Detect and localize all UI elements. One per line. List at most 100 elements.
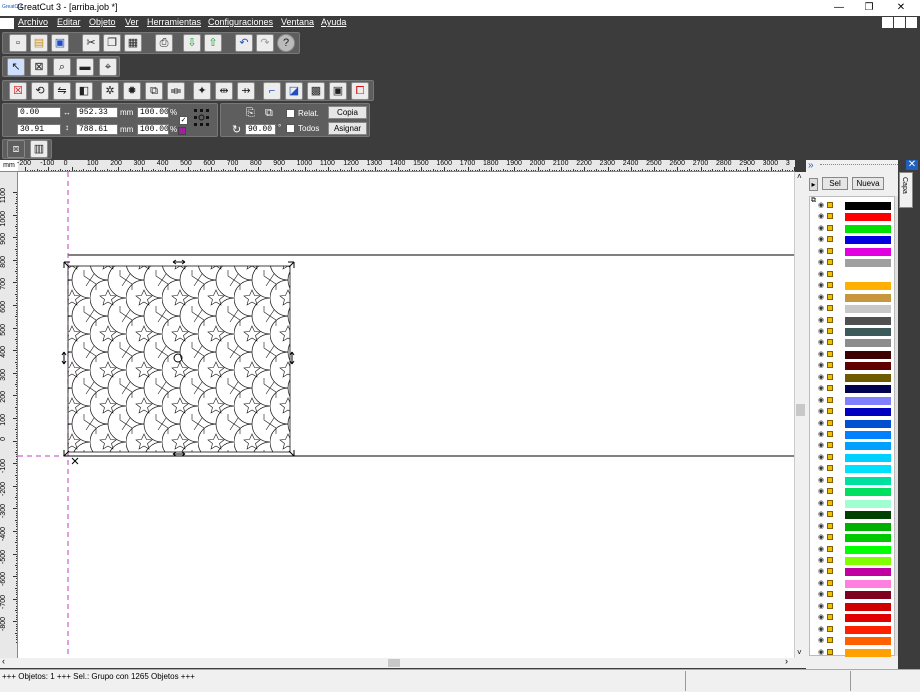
layer-color-swatch[interactable] — [845, 419, 891, 428]
layer-row[interactable]: ◉ — [814, 522, 898, 533]
layer-row[interactable]: ◉ — [814, 613, 898, 624]
eye-icon[interactable]: ◉ — [818, 327, 824, 335]
layer-color-swatch[interactable] — [845, 579, 891, 588]
layer-row[interactable]: ◉ — [814, 556, 898, 567]
layer-row[interactable]: ◉ — [814, 453, 898, 464]
width-field[interactable]: 952.33 — [76, 107, 118, 118]
layer-row[interactable]: ◉ — [814, 464, 898, 475]
lock-icon[interactable] — [827, 408, 833, 415]
lock-icon[interactable] — [827, 293, 833, 300]
redo-icon[interactable]: ↷ — [256, 34, 274, 52]
layer-color-swatch[interactable] — [845, 568, 891, 577]
eye-icon[interactable]: ◉ — [818, 293, 824, 301]
eye-icon[interactable]: ◉ — [818, 487, 824, 495]
lock-icon[interactable] — [827, 213, 833, 220]
y-position-field[interactable]: 30.91 — [17, 124, 61, 135]
horizontal-scroll-thumb[interactable] — [388, 659, 400, 667]
eye-icon[interactable]: ◉ — [818, 396, 824, 404]
lock-icon[interactable] — [827, 259, 833, 266]
layer-color-swatch[interactable] — [845, 224, 891, 233]
layer-color-swatch[interactable] — [845, 236, 891, 245]
eye-icon[interactable]: ◉ — [818, 556, 824, 564]
paste-icon[interactable]: ▦ — [124, 34, 142, 52]
child-minimize-button[interactable]: _ — [882, 17, 893, 28]
lock-icon[interactable] — [827, 339, 833, 346]
layer-color-swatch[interactable] — [845, 511, 891, 520]
eye-icon[interactable]: ◉ — [818, 201, 824, 209]
bring-front-icon[interactable]: ◪ — [285, 82, 303, 100]
menu-objeto[interactable]: Objeto — [89, 17, 116, 27]
horizontal-scrollbar[interactable]: ‹ › — [0, 656, 806, 668]
layer-color-swatch[interactable] — [845, 625, 891, 634]
page-properties-icon[interactable]: ▥ — [30, 140, 48, 158]
copy-button[interactable]: Copia — [328, 106, 367, 119]
layer-color-swatch[interactable] — [845, 339, 891, 348]
eye-icon[interactable]: ◉ — [818, 613, 824, 621]
vertical-scroll-thumb[interactable] — [796, 404, 805, 416]
x-position-field[interactable]: 0.00 — [17, 107, 61, 118]
lock-icon[interactable] — [827, 511, 833, 518]
eye-icon[interactable]: ◉ — [818, 476, 824, 484]
undo-icon[interactable]: ↶ — [235, 34, 253, 52]
lock-icon[interactable] — [827, 385, 833, 392]
lock-icon[interactable] — [827, 236, 833, 243]
child-close-button[interactable]: ✕ — [906, 17, 917, 28]
layer-color-swatch[interactable] — [845, 282, 891, 291]
lock-icon[interactable] — [827, 556, 833, 563]
layer-color-swatch[interactable] — [845, 316, 891, 325]
eye-icon[interactable]: ◉ — [818, 602, 824, 610]
eye-icon[interactable]: ◉ — [818, 636, 824, 644]
layer-row[interactable]: ◉ — [814, 316, 898, 327]
lock-icon[interactable] — [827, 602, 833, 609]
distribute-icon[interactable]: ⟚ — [167, 82, 185, 100]
layer-row[interactable]: ◉ — [814, 499, 898, 510]
eye-icon[interactable]: ◉ — [818, 441, 824, 449]
scale-width-field[interactable]: 100.00 — [137, 107, 169, 118]
arrange-icon[interactable]: ⇹ — [215, 82, 233, 100]
lock-icon[interactable] — [827, 488, 833, 495]
layer-color-swatch[interactable] — [845, 465, 891, 474]
lock-icon[interactable] — [827, 431, 833, 437]
lock-icon[interactable] — [827, 579, 833, 586]
scale-height-field[interactable]: 100.00 — [137, 124, 169, 135]
child-restore-button[interactable]: ❐ — [894, 17, 905, 28]
angle-field[interactable]: 90.00 — [245, 124, 276, 135]
center-icon[interactable]: ✦ — [193, 82, 211, 100]
lock-icon[interactable] — [827, 396, 833, 403]
overlap-icon[interactable]: ⧠ — [351, 82, 369, 100]
eye-icon[interactable]: ◉ — [818, 430, 824, 438]
lock-icon[interactable] — [827, 625, 833, 632]
layer-row[interactable]: ◉ — [814, 338, 898, 349]
eye-icon[interactable]: ◉ — [818, 567, 824, 575]
layer-color-swatch[interactable] — [845, 305, 891, 314]
layer-color-swatch[interactable] — [845, 270, 891, 279]
restore-button[interactable]: ❐ — [854, 0, 884, 16]
eye-icon[interactable]: ◉ — [818, 579, 824, 587]
layer-color-swatch[interactable] — [845, 442, 891, 451]
relative-checkbox[interactable] — [286, 109, 295, 118]
save-icon[interactable]: ▣ — [51, 34, 69, 52]
lock-icon[interactable] — [827, 614, 833, 621]
lock-icon[interactable] — [827, 568, 833, 575]
eye-icon[interactable]: ◉ — [818, 545, 824, 553]
layer-row[interactable]: ◉ — [814, 487, 898, 498]
layer-color-swatch[interactable] — [845, 431, 891, 439]
object-box-icon[interactable]: ⊠ — [30, 58, 48, 76]
lock-icon[interactable] — [827, 327, 833, 334]
layer-color-swatch[interactable] — [845, 591, 891, 600]
layer-row[interactable]: ◉ — [814, 247, 898, 258]
play-button[interactable]: ▸ — [809, 178, 818, 191]
eye-icon[interactable]: ◉ — [818, 247, 824, 255]
menu-archivo[interactable]: Archivo — [18, 17, 48, 27]
panel-collapse-icon[interactable]: » — [808, 160, 814, 171]
lock-icon[interactable] — [827, 648, 833, 655]
layer-color-swatch[interactable] — [845, 293, 891, 302]
layer-row[interactable]: ◉ — [814, 293, 898, 304]
lock-icon[interactable] — [827, 202, 833, 208]
eye-icon[interactable]: ◉ — [818, 361, 824, 369]
copy-icon[interactable]: ❐ — [103, 34, 121, 52]
tab-capa[interactable]: Capa — [899, 172, 913, 208]
proportional-checkbox[interactable]: ✓ — [179, 116, 188, 125]
eye-icon[interactable]: ◉ — [818, 464, 824, 472]
layer-row[interactable]: ◉ — [814, 327, 898, 338]
